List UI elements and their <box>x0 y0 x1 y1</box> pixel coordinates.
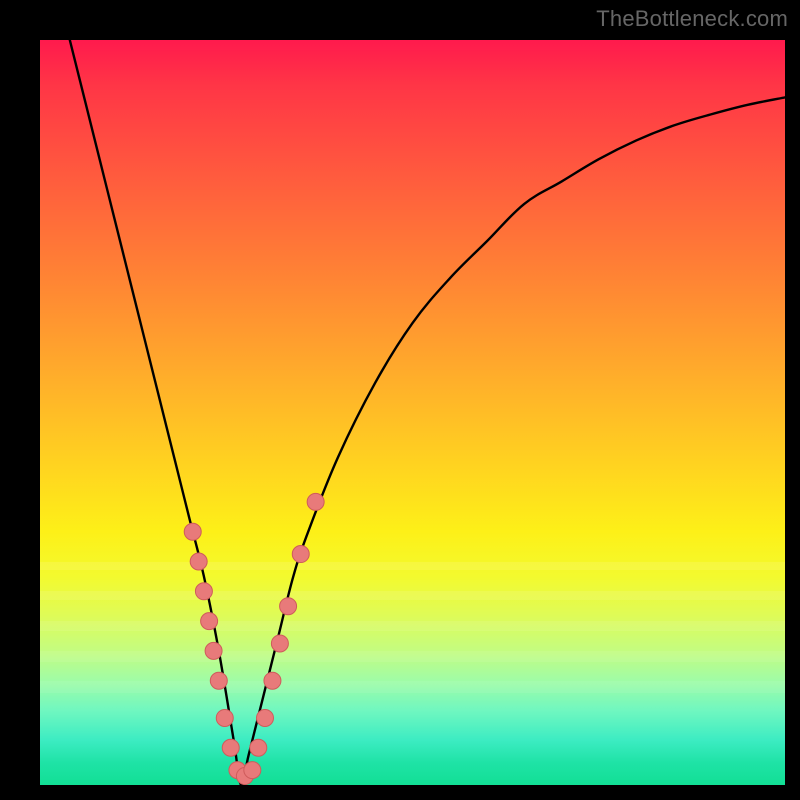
chart-frame: TheBottleneck.com <box>0 0 800 800</box>
highlight-marker <box>244 762 261 779</box>
light-streak <box>40 621 785 631</box>
highlight-marker <box>256 709 273 726</box>
highlight-marker <box>229 762 246 779</box>
highlight-marker <box>222 739 239 756</box>
highlight-marker <box>292 546 309 563</box>
bottleneck-curve <box>70 40 785 785</box>
highlight-marker <box>184 523 201 540</box>
highlight-marker <box>307 493 324 510</box>
highlight-marker <box>216 709 233 726</box>
plot-area <box>40 40 785 785</box>
chart-overlay <box>40 40 785 785</box>
light-streak <box>40 681 785 693</box>
highlighted-points-group <box>184 493 324 784</box>
light-streak <box>40 562 785 570</box>
highlight-marker <box>271 635 288 652</box>
highlight-marker <box>236 768 253 785</box>
watermark-text: TheBottleneck.com <box>596 6 788 32</box>
light-streak <box>40 591 785 600</box>
light-streak <box>40 651 785 662</box>
highlight-marker <box>250 739 267 756</box>
